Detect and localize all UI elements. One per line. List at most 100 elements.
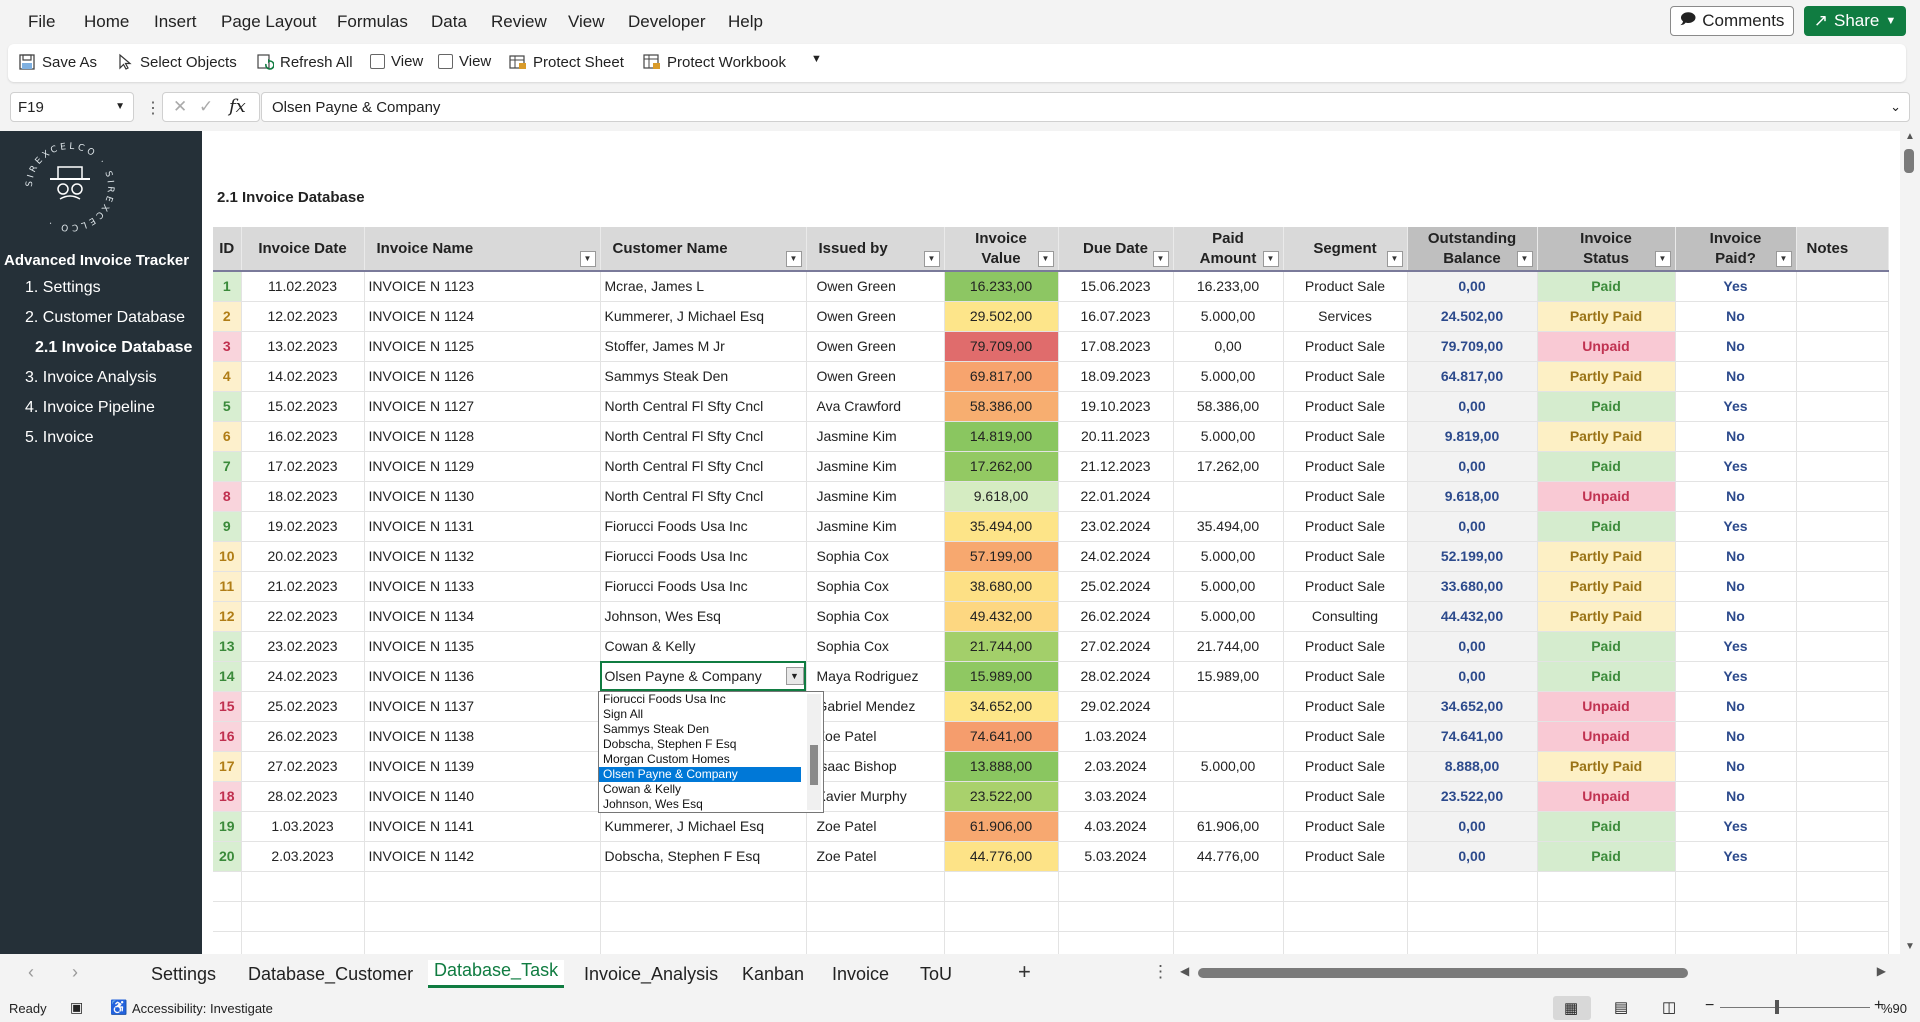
cell-due-date[interactable]: 2.03.2024	[1058, 751, 1174, 782]
cell-invoice-value[interactable]: 49.432,00	[944, 601, 1059, 632]
table-row[interactable]: 12 22.02.2023 INVOICE N 1134 Johnson, We…	[213, 601, 1889, 632]
table-row[interactable]: 2 12.02.2023 INVOICE N 1124 Kummerer, J …	[213, 301, 1889, 332]
empty-cell[interactable]	[364, 931, 601, 954]
status-badge[interactable]: Paid	[1537, 511, 1676, 542]
cell-outstanding-balance[interactable]: 24.502,00	[1407, 301, 1538, 332]
zoom-slider-thumb[interactable]	[1775, 1000, 1779, 1014]
empty-cell[interactable]	[1675, 871, 1797, 902]
table-row[interactable]: 7 17.02.2023 INVOICE N 1129 North Centra…	[213, 451, 1889, 482]
cell-invoice-paid[interactable]: Yes	[1675, 841, 1797, 872]
cell-outstanding-balance[interactable]: 44.432,00	[1407, 601, 1538, 632]
checkbox-2[interactable]	[438, 54, 453, 69]
cell-due-date[interactable]: 3.03.2024	[1058, 781, 1174, 812]
zoom-out-icon[interactable]: −	[1705, 997, 1714, 1015]
empty-cell[interactable]	[1675, 901, 1797, 932]
cell-issued-by[interactable]: Zoe Patel	[806, 841, 945, 872]
cell-segment[interactable]: Product Sale	[1283, 721, 1408, 752]
cell-invoice-paid[interactable]: No	[1675, 691, 1797, 722]
prev-sheet-icon[interactable]: ‹	[28, 962, 34, 983]
cell-segment[interactable]: Product Sale	[1283, 481, 1408, 512]
cell-id[interactable]: 9	[213, 511, 242, 542]
cancel-icon[interactable]: ✕	[173, 97, 187, 117]
empty-cell[interactable]	[600, 931, 807, 954]
cell-invoice-paid[interactable]: Yes	[1675, 661, 1797, 692]
cell-invoice-date[interactable]: 14.02.2023	[241, 361, 365, 392]
sidebar-item-customer-database[interactable]: 2. Customer Database	[25, 309, 185, 327]
cell-customer-name[interactable]: Fiorucci Foods Usa Inc	[600, 571, 807, 602]
filter-dropdown-icon[interactable]: ▼	[1775, 251, 1792, 267]
horizontal-scrollbar[interactable]: ◀ ▶	[1178, 964, 1888, 982]
table-row[interactable]: 18 28.02.2023 INVOICE N 1140 Xavier Murp…	[213, 781, 1889, 812]
cell-invoice-date[interactable]: 11.02.2023	[241, 271, 365, 302]
scroll-right-icon[interactable]: ▶	[1877, 964, 1886, 978]
cell-invoice-value[interactable]: 13.888,00	[944, 751, 1059, 782]
table-row[interactable]: 9 19.02.2023 INVOICE N 1131 Fiorucci Foo…	[213, 511, 1889, 542]
dropdown-option[interactable]: Sign All	[599, 707, 823, 722]
cell-invoice-paid[interactable]: No	[1675, 781, 1797, 812]
cell-id[interactable]: 4	[213, 361, 242, 392]
cell-due-date[interactable]: 1.03.2024	[1058, 721, 1174, 752]
expand-formula-icon[interactable]: ⌄	[1890, 99, 1901, 115]
status-badge[interactable]: Partly Paid	[1537, 421, 1676, 452]
cell-customer-name[interactable]: Cowan & Kelly	[600, 631, 807, 662]
empty-cell[interactable]	[1407, 931, 1538, 954]
cell-invoice-date[interactable]: 15.02.2023	[241, 391, 365, 422]
cell-outstanding-balance[interactable]: 9.618,00	[1407, 481, 1538, 512]
cell-segment[interactable]: Services	[1283, 301, 1408, 332]
menu-view[interactable]: View	[568, 12, 605, 32]
cell-notes[interactable]	[1796, 301, 1889, 332]
cell-invoice-value[interactable]: 9.618,00	[944, 481, 1059, 512]
protect-workbook-button[interactable]: Protect Workbook	[643, 53, 786, 71]
cell-customer-name[interactable]: Dobscha, Stephen F Esq	[600, 841, 807, 872]
cell-notes[interactable]	[1796, 841, 1889, 872]
cell-invoice-value[interactable]: 15.989,00	[944, 661, 1059, 692]
cell-invoice-value[interactable]: 23.522,00	[944, 781, 1059, 812]
cell-invoice-name[interactable]: INVOICE N 1141	[364, 811, 601, 842]
cell-due-date[interactable]: 27.02.2024	[1058, 631, 1174, 662]
cell-segment[interactable]: Product Sale	[1283, 631, 1408, 662]
tab-settings[interactable]: Settings	[151, 964, 216, 985]
cell-invoice-value[interactable]: 74.641,00	[944, 721, 1059, 752]
filter-dropdown-icon[interactable]: ▼	[1262, 251, 1279, 267]
cell-invoice-paid[interactable]: No	[1675, 751, 1797, 782]
cell-id[interactable]: 2	[213, 301, 242, 332]
cell-customer-name[interactable]: Sammys Steak Den	[600, 361, 807, 392]
dropdown-scroll-thumb[interactable]	[810, 745, 818, 785]
accessibility-status[interactable]: Accessibility: Investigate	[132, 1001, 273, 1016]
empty-row[interactable]	[213, 931, 1889, 954]
table-row[interactable]: 10 20.02.2023 INVOICE N 1132 Fiorucci Fo…	[213, 541, 1889, 572]
menu-help[interactable]: Help	[728, 12, 763, 32]
cell-issued-by[interactable]: Maya Rodriguez	[806, 661, 945, 692]
cell-invoice-paid[interactable]: Yes	[1675, 451, 1797, 482]
menu-home[interactable]: Home	[84, 12, 129, 32]
cell-invoice-value[interactable]: 57.199,00	[944, 541, 1059, 572]
cell-segment[interactable]: Product Sale	[1283, 331, 1408, 362]
cell-segment[interactable]: Product Sale	[1283, 841, 1408, 872]
table-row[interactable]: 16 26.02.2023 INVOICE N 1138 Zoe Patel 7…	[213, 721, 1889, 752]
cell-customer-name[interactable]: Kummerer, J Michael Esq	[600, 811, 807, 842]
cell-customer-name[interactable]: Mcrae, James L	[600, 271, 807, 302]
status-badge[interactable]: Paid	[1537, 271, 1676, 302]
cell-invoice-name[interactable]: INVOICE N 1133	[364, 571, 601, 602]
filter-dropdown-icon[interactable]: ▼	[1037, 251, 1054, 267]
cell-invoice-value[interactable]: 79.709,00	[944, 331, 1059, 362]
tab-kanban[interactable]: Kanban	[742, 964, 804, 985]
status-badge[interactable]: Partly Paid	[1537, 301, 1676, 332]
cell-invoice-date[interactable]: 2.03.2023	[241, 841, 365, 872]
cell-segment[interactable]: Product Sale	[1283, 541, 1408, 572]
status-badge[interactable]: Unpaid	[1537, 721, 1676, 752]
cell-invoice-paid[interactable]: No	[1675, 571, 1797, 602]
cell-issued-by[interactable]: Owen Green	[806, 271, 945, 302]
cell-issued-by[interactable]: Jasmine Kim	[806, 421, 945, 452]
more-options-icon[interactable]: ⋮	[1152, 962, 1169, 982]
cell-paid-amount[interactable]: 5.000,00	[1173, 571, 1284, 602]
cell-due-date[interactable]: 29.02.2024	[1058, 691, 1174, 722]
table-row[interactable]: 17 27.02.2023 INVOICE N 1139 Isaac Bisho…	[213, 751, 1889, 782]
cell-paid-amount[interactable]: 58.386,00	[1173, 391, 1284, 422]
cell-notes[interactable]	[1796, 271, 1889, 302]
customer-dropdown-list[interactable]: Fiorucci Foods Usa Inc Sign All Sammys S…	[598, 691, 824, 813]
cell-invoice-paid[interactable]: Yes	[1675, 391, 1797, 422]
scroll-down-icon[interactable]: ▼	[1905, 941, 1915, 952]
cell-customer-name[interactable]: Fiorucci Foods Usa Inc	[600, 541, 807, 572]
menu-data[interactable]: Data	[431, 12, 467, 32]
